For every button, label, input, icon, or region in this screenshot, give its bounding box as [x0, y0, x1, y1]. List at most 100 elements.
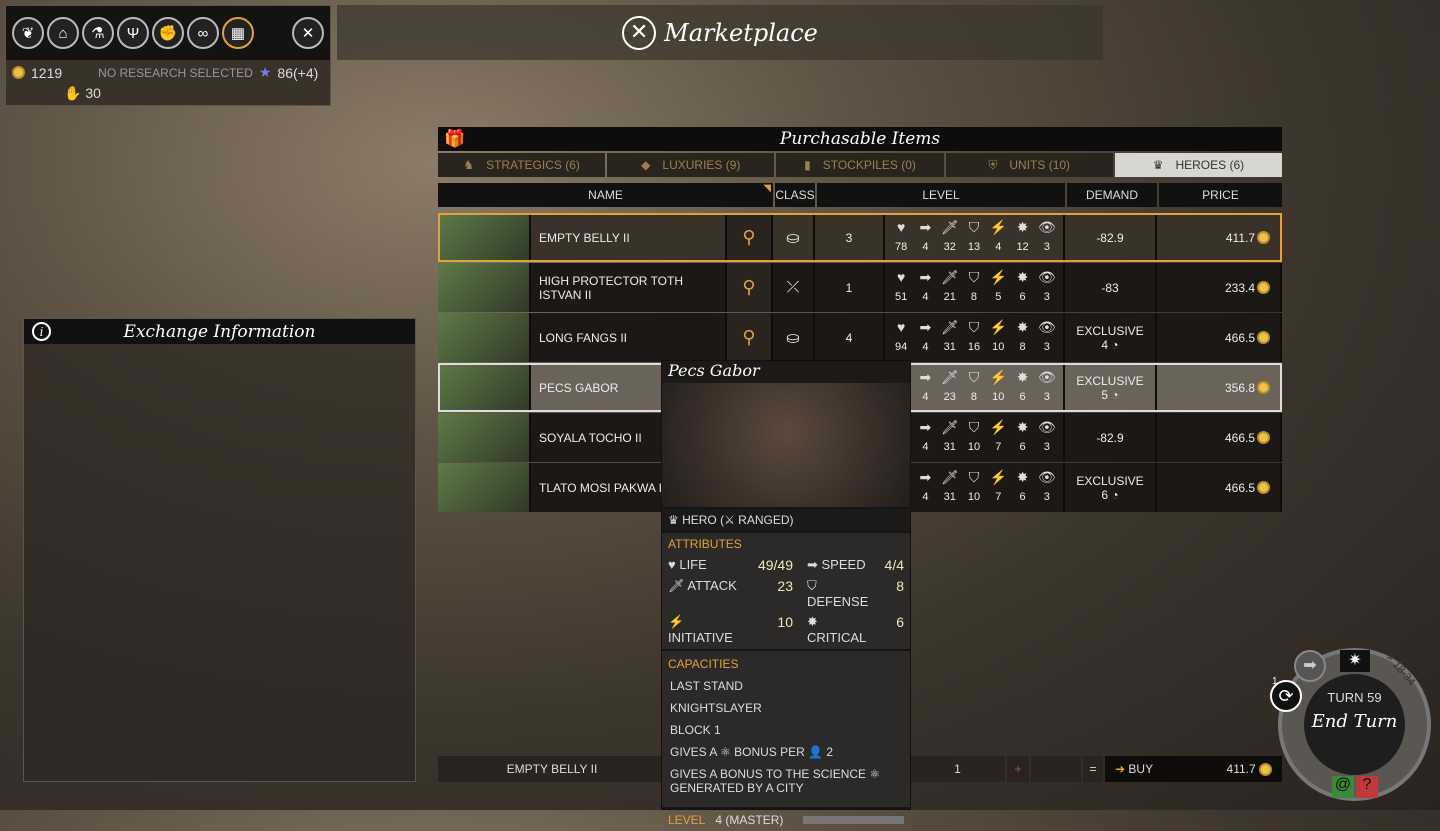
screen-title: Marketplace [664, 18, 818, 47]
gem-icon: ◆ [641, 158, 651, 172]
stat-value: 10 [967, 491, 981, 504]
stat-icon: ⛉ [968, 468, 980, 485]
dust-icon [1259, 763, 1272, 777]
tab-heroes[interactable]: ♛ HEROES (6) [1114, 153, 1283, 177]
tab-label: UNITS (10) [1009, 158, 1071, 172]
price-cell: 466.5 [1157, 413, 1282, 462]
speed-label: ➡ SPEED [807, 557, 866, 572]
stat-value: 51 [895, 291, 908, 304]
stat-icon: ⚡ [989, 268, 1007, 285]
stat-value: 4 [922, 341, 929, 354]
attack-label: 🗡 ATTACK [668, 578, 737, 593]
marketplace-icon[interactable]: ▦ [222, 17, 254, 49]
chalice-icon[interactable]: Ψ [117, 17, 149, 49]
stat-icon: ⚡ [989, 418, 1007, 435]
tab-units[interactable]: ⛨ UNITS (10) [945, 153, 1113, 177]
panel-title: Purchasable Items [779, 129, 941, 149]
clock-icon: ◔ [1111, 337, 1119, 352]
price-value: 466.5 [1224, 430, 1255, 445]
stat-value: 4 [922, 441, 929, 454]
dust-icon [1257, 281, 1270, 294]
demand-cell: EXCLUSIVE 4 ◔ [1065, 313, 1157, 362]
stat-icon: ⚡ [989, 468, 1007, 485]
food-amount: 30 [85, 85, 101, 101]
stat-icon: 🗡 [940, 368, 959, 385]
table-row[interactable]: HIGH PROTECTOR TOTH ISTVAN II ⚲ ⤫ 1 ♥ ➡ 🗡 ⛉… [438, 263, 1282, 312]
capitol-icon[interactable]: ⌂ [47, 17, 79, 49]
stat-value: 10 [992, 341, 1005, 354]
class-icon: ⤫ [773, 263, 815, 312]
tab-luxuries[interactable]: ◆ LUXURIES (9) [607, 153, 775, 177]
bars-icon: ▮ [804, 158, 811, 172]
help-button[interactable]: ? [1356, 776, 1378, 798]
stat-value: 12 [1016, 241, 1029, 254]
close-icon[interactable]: ✕ [622, 15, 657, 50]
column-price[interactable]: PRICE [1159, 183, 1282, 207]
stat-icon: 🗡 [940, 218, 959, 235]
stat-icon: 🗡 [940, 268, 959, 285]
fist-icon[interactable]: ✊ [152, 17, 184, 49]
hero-thumbnail [438, 363, 531, 412]
info-icon: i [32, 322, 51, 341]
defense-value: 8 [896, 578, 904, 594]
initiative-value: 10 [777, 614, 793, 630]
stat-icon: 🗡 [940, 318, 959, 335]
table-row[interactable]: EMPTY BELLY II ⚲ ⛀ 3 ♥ ➡ 🗡 ⛉ ⚡ ✸ 👁 78 4 32 13 4 12 3 … [438, 213, 1282, 262]
clock-icon: ◔ [1111, 387, 1119, 402]
buy-label: BUY [1128, 762, 1154, 776]
tab-label: STOCKPILES (0) [822, 158, 916, 172]
table-row[interactable]: LONG FANGS II ⚲ ⛀ 4 ♥ ➡ 🗡 ⛉ ⚡ ✸ 👁 94 4 31 16 10 8 3 E… [438, 313, 1282, 362]
stat-value: 3 [1043, 441, 1050, 454]
stat-value: 21 [943, 291, 956, 304]
critical-value: 6 [896, 614, 904, 630]
laurel-icon[interactable]: ❦ [12, 17, 44, 49]
hero-tooltip: Pecs Gabor ♛ HERO (⚔ RANGED) ATTRIBUTES … [661, 360, 911, 827]
stat-value: 5 [995, 291, 1002, 304]
spiral-icon[interactable]: @ [1332, 776, 1354, 798]
research-status[interactable]: NO RESEARCH SELECTED [98, 66, 253, 80]
next-arrow-icon[interactable]: ➡ [1294, 650, 1326, 682]
increase-button[interactable]: + [1007, 756, 1029, 782]
buy-price: 411.7 [1226, 761, 1256, 776]
tab-stockpiles[interactable]: ▮ STOCKPILES (0) [776, 153, 944, 177]
tools-icon[interactable]: ✕ [292, 17, 324, 49]
stat-icon: ➡ [919, 318, 932, 335]
stat-icon: 🗡 [940, 468, 959, 485]
stat-value: 16 [967, 341, 981, 354]
price-cell: 466.5 [1157, 463, 1282, 512]
handshake-icon[interactable]: ∞ [187, 17, 219, 49]
column-class[interactable]: CLASS [775, 183, 815, 207]
demand-label: EXCLUSIVE [1076, 373, 1144, 388]
column-name[interactable]: NAME ◥ [438, 183, 773, 207]
inspect-icon[interactable]: ⚲ [727, 263, 773, 312]
initiative-label: ⚡ INITIATIVE [668, 614, 733, 645]
stat-value: 31 [943, 341, 956, 354]
demand-label: EXCLUSIVE [1076, 473, 1144, 488]
inspect-icon[interactable]: ⚲ [727, 313, 773, 362]
price-cell: 356.8 [1157, 363, 1282, 412]
demand-cell: EXCLUSIVE 5 ◔ [1065, 363, 1157, 412]
tab-strategics[interactable]: ♞ STRATEGICS (6) [438, 153, 606, 177]
defense-label: ⛉ DEFENSE [807, 578, 869, 609]
star-icon: ★ [258, 64, 272, 80]
quantity-field[interactable]: 1 [910, 756, 1005, 782]
end-turn-button[interactable]: TURN 59 End Turn [1304, 674, 1405, 775]
hero-stats: ♥ ➡ 🗡 ⛉ ⚡ ✸ 👁 78 4 32 13 4 12 3 [885, 213, 1065, 262]
column-demand[interactable]: DEMAND [1067, 183, 1157, 207]
demand-cell: -82.9 [1065, 413, 1157, 462]
demand-cell: -82.9 [1065, 213, 1157, 262]
xp-bar [803, 816, 904, 824]
capacity-item: BLOCK 1 [670, 723, 721, 737]
hero-thumbnail [438, 213, 531, 262]
flask-icon[interactable]: ⚗ [82, 17, 114, 49]
stat-icon: ⛉ [968, 418, 980, 435]
column-level[interactable]: LEVEL [817, 183, 1065, 207]
inspect-icon[interactable]: ⚲ [727, 213, 773, 262]
day-icon: ✷ [1340, 650, 1370, 672]
stat-value: 4 [922, 291, 929, 304]
buy-button[interactable]: ➜ BUY 411.7 [1105, 756, 1282, 782]
price-value: 356.8 [1224, 380, 1255, 395]
price-cell: 466.5 [1157, 313, 1282, 362]
class-icon: ⛀ [773, 313, 815, 362]
capacity-item: KNIGHTSLAYER [670, 701, 762, 715]
